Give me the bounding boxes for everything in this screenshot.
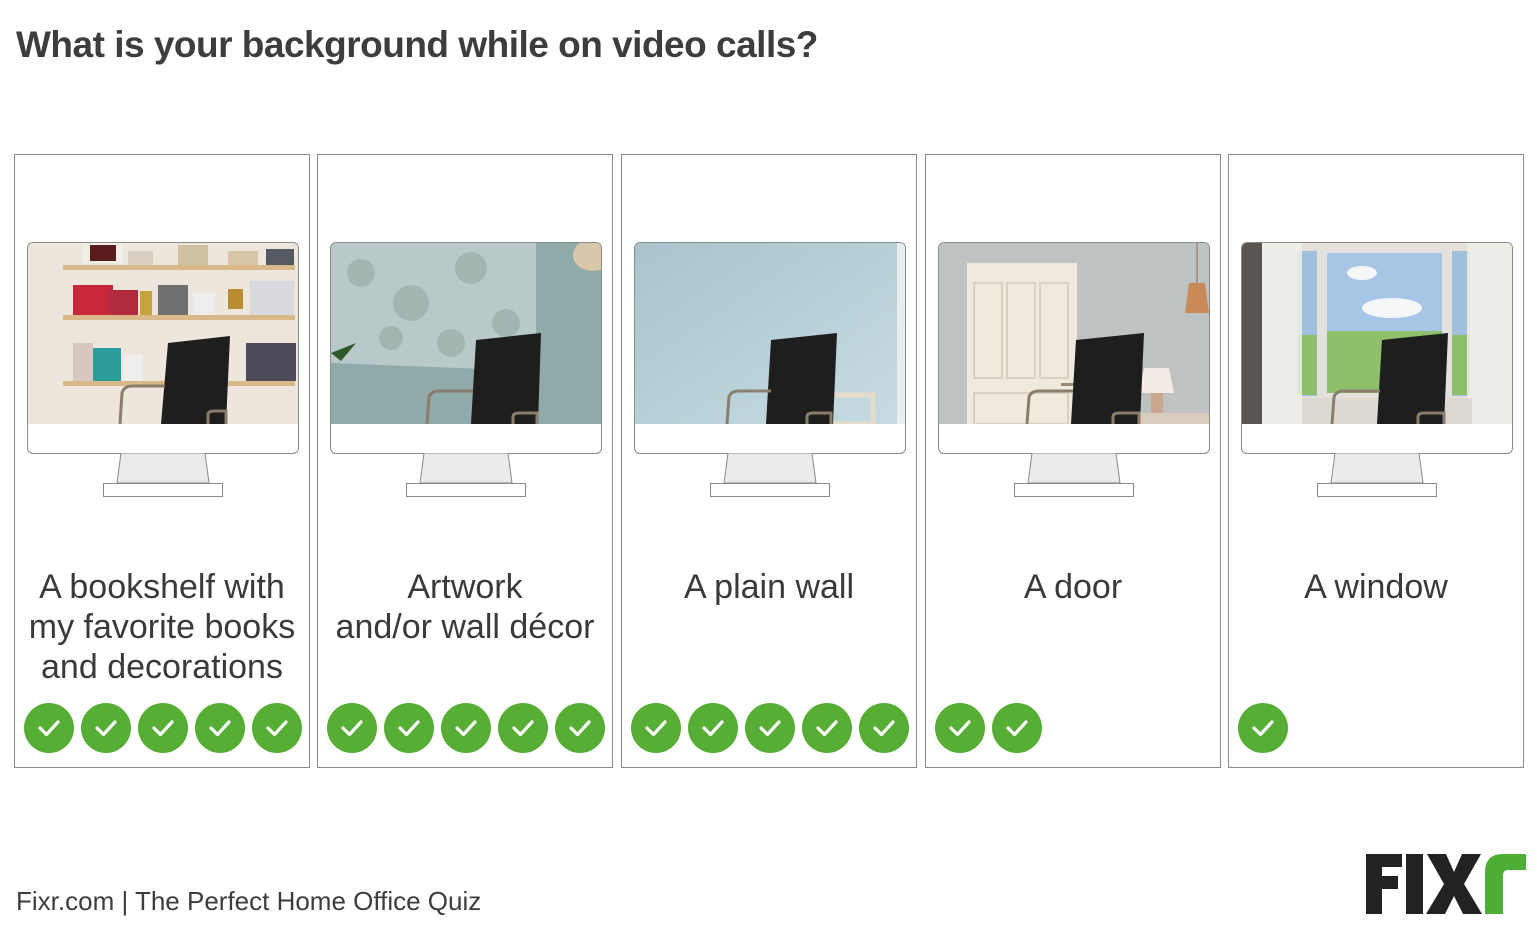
- option-label: Artwork and/or wall décor: [318, 567, 612, 647]
- vote-checks: [327, 703, 605, 753]
- monitor-stand: [1317, 453, 1437, 497]
- checkmark-icon: [935, 703, 985, 753]
- option-card-plain-wall: A plain wall: [621, 154, 917, 768]
- label-line: A window: [1304, 568, 1448, 606]
- checkmark-icon: [802, 703, 852, 753]
- checkmark-icon: [384, 703, 434, 753]
- fixr-logo: [1366, 854, 1526, 914]
- checkmark-icon: [992, 703, 1042, 753]
- vote-checks: [1238, 703, 1288, 753]
- label-line: and/or wall décor: [335, 608, 595, 646]
- checkmark-icon: [631, 703, 681, 753]
- label-line: A bookshelf with: [39, 568, 285, 606]
- checkmark-icon: [24, 703, 74, 753]
- checkmark-icon: [81, 703, 131, 753]
- checkmark-icon: [138, 703, 188, 753]
- vote-checks: [24, 703, 302, 753]
- checkmark-icon: [859, 703, 909, 753]
- checkmark-icon: [195, 703, 245, 753]
- monitor-stand: [710, 453, 830, 497]
- monitor-stand: [103, 453, 223, 497]
- monitor-illustration: [27, 242, 299, 454]
- option-card-window: A window: [1228, 154, 1524, 768]
- vote-checks: [631, 703, 909, 753]
- option-label: A bookshelf with my favorite books and d…: [15, 567, 309, 687]
- option-card-artwork: Artwork and/or wall décor: [317, 154, 613, 768]
- logo-r: [1485, 854, 1526, 914]
- logo-fix: [1366, 854, 1482, 914]
- label-line: Artwork: [407, 568, 523, 606]
- scene-door-image: [939, 243, 1209, 424]
- checkmark-icon: [441, 703, 491, 753]
- footer-source: Fixr.com | The Perfect Home Office Quiz: [16, 886, 482, 916]
- label-line: A door: [1023, 568, 1123, 606]
- label-line: A plain wall: [683, 568, 855, 606]
- option-card-door: A door: [925, 154, 1221, 768]
- option-label: A window: [1229, 567, 1523, 607]
- checkmark-icon: [252, 703, 302, 753]
- checkmark-icon: [327, 703, 377, 753]
- checkmark-icon: [1238, 703, 1288, 753]
- checkmark-icon: [498, 703, 548, 753]
- checkmark-icon: [745, 703, 795, 753]
- vote-checks: [935, 703, 1042, 753]
- monitor-stand: [1014, 453, 1134, 497]
- monitor-illustration: [1241, 242, 1513, 454]
- monitor-illustration: [938, 242, 1210, 454]
- option-label: A plain wall: [622, 567, 916, 607]
- label-line: and decorations: [41, 648, 283, 686]
- checkmark-icon: [555, 703, 605, 753]
- monitor-illustration: [330, 242, 602, 454]
- scene-bookshelf-image: [28, 243, 298, 424]
- scene-plain-wall-image: [635, 243, 905, 424]
- scene-window-image: [1242, 243, 1512, 424]
- monitor-illustration: [634, 242, 906, 454]
- scene-artwork-image: [331, 243, 601, 424]
- option-card-bookshelf: A bookshelf with my favorite books and d…: [14, 154, 310, 768]
- checkmark-icon: [688, 703, 738, 753]
- label-line: my favorite books: [28, 608, 296, 646]
- option-label: A door: [926, 567, 1220, 607]
- page-title: What is your background while on video c…: [16, 24, 818, 65]
- monitor-stand: [406, 453, 526, 497]
